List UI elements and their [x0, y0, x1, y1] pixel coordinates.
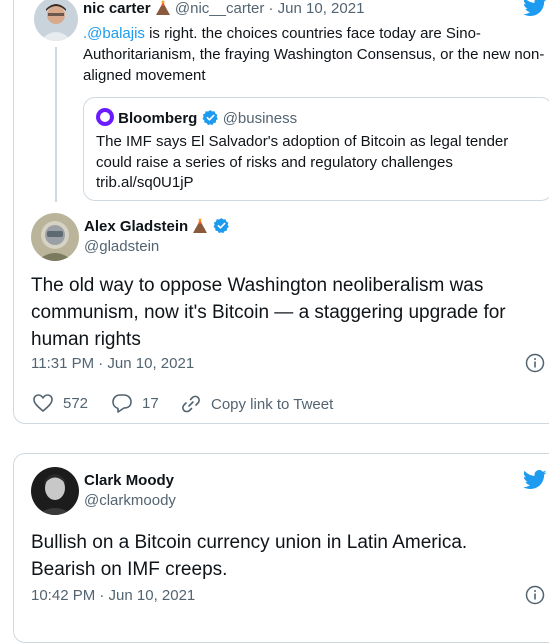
- verified-badge-icon: [202, 110, 219, 127]
- copy-link-label: Copy link to Tweet: [211, 395, 334, 413]
- tweet-date[interactable]: Jun 10, 2021: [278, 0, 365, 17]
- main-timestamp[interactable]: 11:31 PM · Jun 10, 2021: [31, 355, 194, 372]
- twitter-bird-icon[interactable]: [523, 0, 547, 17]
- quoted-text: The IMF says El Salvador's adoption of B…: [96, 132, 508, 194]
- verified-badge-icon: [213, 218, 230, 235]
- reply-button[interactable]: 17: [112, 394, 159, 413]
- quoted-header: Bloomberg @business: [96, 108, 297, 127]
- author-name[interactable]: nic carter: [83, 0, 151, 17]
- heart-icon: [33, 394, 53, 412]
- bloomberg-avatar: [96, 108, 114, 126]
- author-handle[interactable]: @nic__carter: [175, 0, 264, 17]
- reply-count: 17: [142, 395, 159, 412]
- main-text-line: The old way to oppose Washington neolibe…: [31, 275, 484, 296]
- quoted-text-line: The IMF says El Salvador's adoption of B…: [96, 133, 509, 150]
- avatar-nic-carter[interactable]: [34, 0, 78, 41]
- quoted-tweet[interactable]: Bloomberg @business The IMF says El Salv…: [83, 97, 549, 201]
- volcano-emoji-icon: [155, 0, 175, 17]
- copy-link-button[interactable]: Copy link to Tweet: [181, 394, 333, 414]
- second-author-handle[interactable]: @clarkmoody: [84, 492, 176, 509]
- main-text-line: human rights: [31, 329, 141, 350]
- twitter-bird-icon[interactable]: [523, 470, 547, 490]
- avatar-alex-gladstein[interactable]: [31, 213, 79, 261]
- like-button[interactable]: 572: [33, 394, 88, 412]
- reply-text-line: is right. the choices countries face tod…: [144, 25, 481, 42]
- second-text-line: Bearish on IMF creeps.: [31, 559, 228, 580]
- main-text-line: communism, now it's Bitcoin — a staggeri…: [31, 302, 506, 323]
- link-icon: [182, 395, 200, 413]
- info-icon[interactable]: [525, 353, 545, 373]
- quoted-author-name: Bloomberg: [118, 110, 198, 127]
- quoted-text-line: could raise a series of risks and regula…: [96, 153, 453, 171]
- separator: ·: [268, 0, 274, 17]
- main-author-name[interactable]: Alex Gladstein: [84, 218, 188, 235]
- quoted-link[interactable]: trib.al/sq0U1jP: [96, 173, 508, 194]
- tweet-card-gladstein[interactable]: nic carter @nic__carter · Jun 10, 2021 .…: [13, 0, 549, 424]
- like-count: 572: [63, 394, 89, 412]
- reply-text-line: Authoritarianism, the fraying Washington…: [83, 46, 545, 63]
- reply-text-line: aligned movement: [83, 67, 206, 84]
- quoted-handle: @business: [222, 110, 298, 127]
- main-author-block: Alex Gladstein @gladstein: [84, 217, 230, 255]
- second-text-line: Bullish on a Bitcoin currency union in L…: [31, 532, 468, 553]
- second-author-block: Clark Moody @clarkmoody: [84, 472, 176, 509]
- mention-link[interactable]: .@balajis: [83, 25, 145, 42]
- reply-header: nic carter @nic__carter · Jun 10, 2021: [83, 0, 364, 17]
- second-tweet-text: Bullish on a Bitcoin currency union in L…: [31, 529, 467, 583]
- info-icon[interactable]: [525, 585, 545, 605]
- reply-icon: [112, 394, 132, 413]
- volcano-emoji-icon: [192, 218, 208, 235]
- second-timestamp[interactable]: 10:42 PM · Jun 10, 2021: [31, 587, 195, 604]
- thread-line: [55, 47, 57, 202]
- avatar-clark-moody[interactable]: [31, 467, 79, 515]
- main-author-handle[interactable]: @gladstein: [84, 238, 230, 255]
- reply-text: .@balajis is right. the choices countrie…: [83, 23, 544, 86]
- main-tweet-text: The old way to oppose Washington neolibe…: [31, 272, 506, 353]
- second-author-name[interactable]: Clark Moody: [84, 472, 176, 489]
